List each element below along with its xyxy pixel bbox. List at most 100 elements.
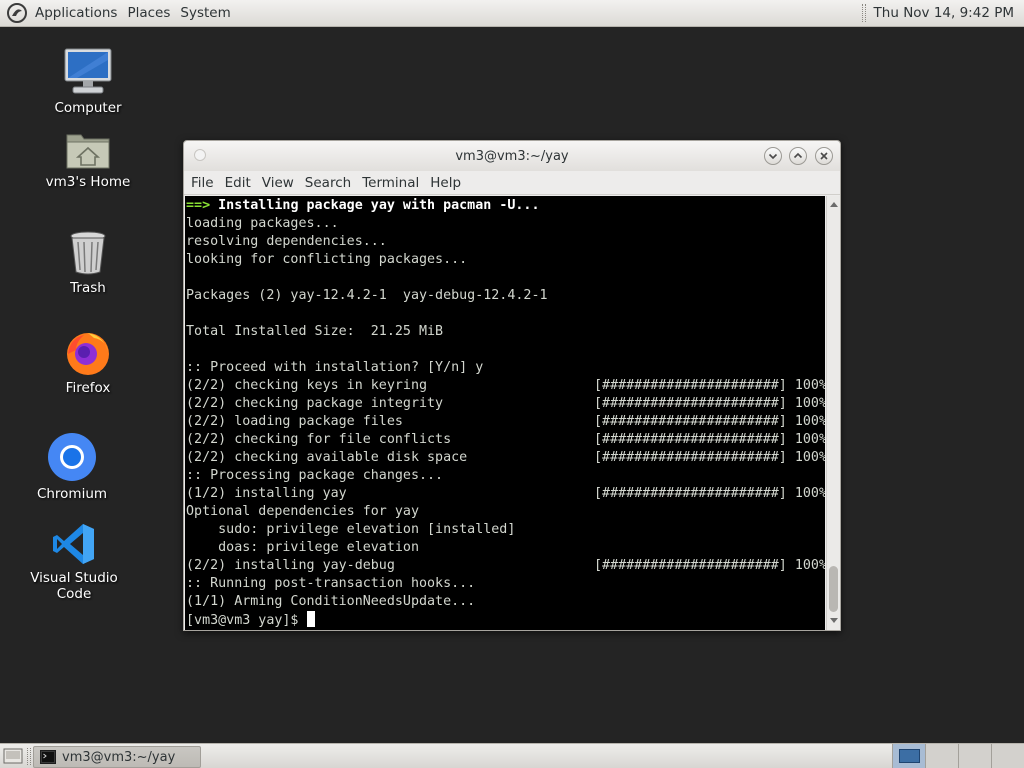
- workspace-2[interactable]: [925, 744, 958, 768]
- minimize-button[interactable]: [764, 147, 782, 165]
- terminal-line-text: (2/2) checking package integrity: [186, 396, 444, 411]
- terminal-icon: [40, 750, 56, 764]
- menu-edit[interactable]: Edit: [221, 171, 255, 195]
- menu-help[interactable]: Help: [426, 171, 465, 195]
- desktop-icon-label: Computer: [54, 100, 122, 116]
- terminal-line: (2/2) checking keys in keyring [#########…: [186, 377, 825, 395]
- desktop-icon-chromium[interactable]: Chromium: [12, 432, 132, 502]
- scroll-up-arrow-icon[interactable]: [830, 201, 838, 207]
- terminal-line: Packages (2) yay-12.4.2-1 yay-debug-12.4…: [186, 287, 825, 305]
- bottom-panel: vm3@vm3:~/yay: [0, 743, 1024, 768]
- progress-bar-text: [######################] 100%: [594, 414, 825, 429]
- home-folder-icon: [66, 134, 110, 169]
- terminal-line-text: doas: privilege elevation: [186, 540, 419, 555]
- progress-bar-text: [######################] 100%: [594, 450, 825, 465]
- terminal-line-text: (2/2) checking available disk space: [186, 450, 468, 465]
- text-cursor: [306, 611, 315, 627]
- desktop-icon-vscode[interactable]: Visual Studio Code: [14, 522, 134, 602]
- vscode-icon: [53, 524, 94, 564]
- progress-bar-text: [######################] 100%: [594, 432, 825, 447]
- menu-places[interactable]: Places: [122, 0, 175, 27]
- menu-applications[interactable]: Applications: [30, 0, 122, 27]
- taskbar-window-label: vm3@vm3:~/yay: [62, 749, 176, 765]
- terminal-line-text: (2/2) checking for file conflicts: [186, 432, 452, 447]
- taskbar-window-button[interactable]: vm3@vm3:~/yay: [33, 746, 201, 768]
- terminal-line: :: Proceed with installation? [Y/n] y: [186, 359, 825, 377]
- desktop-icon-firefox[interactable]: Firefox: [28, 328, 148, 396]
- desktop-icon-label: Trash: [70, 280, 106, 296]
- os-logo-icon[interactable]: [6, 2, 28, 24]
- terminal-line-text: Installing package yay with pacman -U...: [210, 198, 540, 213]
- terminal-line: Optional dependencies for yay: [186, 503, 825, 521]
- progress-bar-text: [######################] 100%: [594, 396, 825, 411]
- terminal-window[interactable]: vm3@vm3:~/yay File Edit View Search Term…: [183, 140, 841, 631]
- progress-bar-text: [######################] 100%: [594, 378, 825, 393]
- prompt-arrow: ==>: [186, 198, 211, 213]
- terminal-output[interactable]: ==> Installing package yay with pacman -…: [185, 196, 825, 630]
- clock[interactable]: Thu Nov 14, 9:42 PM: [874, 5, 1024, 21]
- firefox-icon: [67, 333, 109, 375]
- scroll-down-arrow-icon[interactable]: [830, 618, 838, 624]
- window-title: vm3@vm3:~/yay: [455, 149, 569, 164]
- clock-area: Thu Nov 14, 9:42 PM: [861, 0, 1024, 26]
- workspace-window-thumbnail: [899, 749, 920, 763]
- progress-bar-text: [######################] 100%: [594, 558, 825, 573]
- show-desktop-icon[interactable]: [3, 748, 23, 764]
- menu-view[interactable]: View: [258, 171, 298, 195]
- terminal-menubar: File Edit View Search Terminal Help: [184, 171, 840, 195]
- terminal-scrollbar[interactable]: [826, 196, 840, 630]
- terminal-line: (1/2) installing yay [###################…: [186, 485, 825, 503]
- terminal-line-text: Packages (2) yay-12.4.2-1 yay-debug-12.4…: [186, 288, 548, 303]
- terminal-lines: ==> Installing package yay with pacman -…: [186, 197, 825, 629]
- terminal-line: (2/2) loading package files [############…: [186, 413, 825, 431]
- panel-separator: [861, 4, 866, 22]
- terminal-line-text: (1/1) Arming ConditionNeedsUpdate...: [186, 594, 476, 609]
- desktop-icon-trash[interactable]: Trash: [28, 230, 148, 296]
- shell-prompt: [vm3@vm3 yay]$: [186, 613, 307, 628]
- scrollbar-thumb[interactable]: [829, 566, 838, 612]
- terminal-line-text: (1/2) installing yay: [186, 486, 347, 501]
- workspace-4[interactable]: [991, 744, 1024, 768]
- terminal-line: looking for conflicting packages...: [186, 251, 825, 269]
- taskbar-separator: [27, 748, 31, 765]
- close-button[interactable]: [815, 147, 833, 165]
- workspace-switcher: [892, 744, 1024, 768]
- prompt-line[interactable]: [vm3@vm3 yay]$: [186, 611, 825, 629]
- desktop-icon-label: vm3's Home: [45, 174, 131, 190]
- terminal-line: (1/1) Arming ConditionNeedsUpdate...: [186, 593, 825, 611]
- workspace-1[interactable]: [892, 744, 925, 768]
- progress-bar-text: [######################] 100%: [594, 486, 825, 501]
- terminal-line-text: (2/2) loading package files: [186, 414, 403, 429]
- menu-system[interactable]: System: [175, 0, 235, 27]
- terminal-line: :: Running post-transaction hooks...: [186, 575, 825, 593]
- terminal-line-text: loading packages...: [186, 216, 339, 231]
- terminal-line: doas: privilege elevation: [186, 539, 825, 557]
- chevron-up-icon: [793, 152, 803, 159]
- terminal-line-text: (2/2) installing yay-debug: [186, 558, 395, 573]
- desktop-icon-home[interactable]: vm3's Home: [28, 130, 148, 190]
- top-panel: Applications Places System Thu Nov 14, 9…: [0, 0, 1024, 27]
- terminal-line-text: sudo: privilege elevation [installed]: [186, 522, 516, 537]
- terminal-line-text: :: Proceed with installation? [Y/n] y: [186, 360, 484, 375]
- menu-terminal[interactable]: Terminal: [358, 171, 423, 195]
- main-menu: Applications Places System: [0, 0, 236, 26]
- terminal-line: (2/2) checking available disk space [####…: [186, 449, 825, 467]
- terminal-line-text: Total Installed Size: 21.25 MiB: [186, 324, 444, 339]
- menu-search[interactable]: Search: [301, 171, 355, 195]
- window-titlebar[interactable]: vm3@vm3:~/yay: [184, 141, 840, 171]
- desktop-icon-computer[interactable]: Computer: [28, 48, 148, 116]
- terminal-line-text: looking for conflicting packages...: [186, 252, 468, 267]
- terminal-line: :: Processing package changes...: [186, 467, 825, 485]
- terminal-line-text: (2/2) checking keys in keyring: [186, 378, 428, 393]
- menu-file[interactable]: File: [187, 171, 218, 195]
- trash-icon: [70, 231, 106, 275]
- workspace-3[interactable]: [958, 744, 991, 768]
- terminal-line: (2/2) installing yay-debug [#############…: [186, 557, 825, 575]
- desktop-icon-label: Chromium: [36, 486, 108, 502]
- terminal-line: Total Installed Size: 21.25 MiB: [186, 323, 825, 341]
- terminal-line: (2/2) checking package integrity [#######…: [186, 395, 825, 413]
- maximize-button[interactable]: [789, 147, 807, 165]
